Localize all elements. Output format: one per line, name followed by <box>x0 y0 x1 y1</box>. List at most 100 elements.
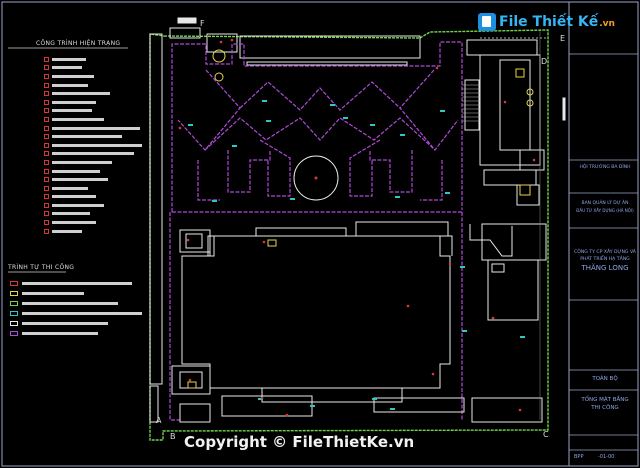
legend-text-line <box>52 143 142 147</box>
landscape-paving <box>169 41 463 421</box>
legend-swatch <box>44 125 49 131</box>
logo-page-glyph <box>482 16 491 27</box>
legend-swatch <box>44 91 49 97</box>
legend-tc-swatch <box>10 300 18 306</box>
legend-text-line <box>52 203 104 207</box>
legend-tc-text-line <box>22 321 108 325</box>
legend-swatch <box>44 194 49 200</box>
legend-swatch <box>44 168 49 174</box>
legend-tc-swatch <box>10 290 18 296</box>
legend-tc-swatch <box>10 320 18 326</box>
survey-markers <box>188 100 525 410</box>
corner-label-e: E <box>560 34 566 43</box>
legend-text-line <box>52 126 140 130</box>
owner-line-2: ĐẦU TƯ XÂY DỰNG (HÀ NỘI) <box>576 208 634 213</box>
legend-item <box>44 227 142 236</box>
legend-swatch <box>44 116 49 122</box>
legend-tc-item <box>10 298 142 308</box>
legend-item <box>44 201 142 210</box>
legend-item <box>44 107 142 116</box>
legend-item <box>44 218 142 227</box>
sheet-scope: TOÀN BỘ <box>592 376 618 382</box>
legend-item <box>44 64 142 73</box>
legend-swatch <box>44 108 49 114</box>
legend-text-line <box>52 160 112 164</box>
logo-badge-icon <box>478 13 496 31</box>
legend-item <box>44 141 142 150</box>
legend-tc-text-line <box>22 331 98 335</box>
north-buildings <box>169 17 421 66</box>
legend-tc-text-line <box>22 281 132 285</box>
legend-construction-list <box>10 278 142 338</box>
legend-swatch <box>44 159 49 165</box>
legend-tc-item <box>10 308 142 318</box>
west-buildings <box>149 33 211 385</box>
legend-text-line <box>52 229 82 233</box>
legend-item <box>44 132 142 141</box>
legend-tc-text-line <box>22 311 142 315</box>
legend-item <box>44 124 142 133</box>
legend-item <box>44 167 142 176</box>
legend-text-line <box>52 152 134 156</box>
legend-item <box>44 184 142 193</box>
legend-item <box>44 55 142 64</box>
corner-label-f: F <box>200 19 205 28</box>
company-line-1: CÔNG TY CP XÂY DỰNG VÀ <box>574 250 636 255</box>
sheet-title-line-2: THI CÔNG <box>591 405 619 411</box>
legend-text-line <box>52 178 108 182</box>
legend-construction-title: TRÌNH TỰ THI CÔNG <box>8 264 75 271</box>
legend-tc-item <box>10 318 142 328</box>
southeast-buildings <box>469 223 547 321</box>
legend-item <box>44 81 142 90</box>
legend-item <box>44 72 142 81</box>
company-name: THĂNG LONG <box>581 264 629 272</box>
legend-swatch <box>44 73 49 79</box>
logo-text: File Thiết Kế <box>499 14 599 30</box>
legend-swatch <box>44 82 49 88</box>
legend-swatch <box>44 134 49 140</box>
legend-text-line <box>52 221 96 225</box>
legend-text-line <box>52 186 88 190</box>
legend-tc-text-line <box>22 291 84 295</box>
south-buildings <box>149 365 543 423</box>
legend-text-line <box>52 109 92 113</box>
legend-swatch <box>44 228 49 234</box>
legend-swatch <box>44 142 49 148</box>
legend-item <box>44 150 142 159</box>
legend-existing-list <box>44 55 142 235</box>
legend-tc-item <box>10 328 142 338</box>
legend-swatch <box>44 99 49 105</box>
legend-text-line <box>52 74 94 78</box>
legend-swatch <box>44 151 49 157</box>
corner-label-d: D <box>541 57 548 66</box>
sheet-prefix: BPP <box>574 454 584 460</box>
legend-item <box>44 193 142 202</box>
legend-tc-text-line <box>22 301 118 305</box>
corner-label-b: B <box>170 432 176 441</box>
main-hall <box>181 221 453 389</box>
legend-item <box>44 89 142 98</box>
legend-swatch <box>44 56 49 62</box>
watermark-logo: File Thiết Kế .vn <box>478 13 615 31</box>
legend-existing-title: CÔNG TRÌNH HIỆN TRẠNG <box>36 40 121 47</box>
legend-text-line <box>52 117 104 121</box>
legend-tc-swatch <box>10 310 18 316</box>
legend-tc-swatch <box>10 280 18 286</box>
legend-text-line <box>52 135 122 139</box>
legend-item <box>44 175 142 184</box>
legend-text-line <box>52 169 100 173</box>
legend-swatch <box>44 220 49 226</box>
legend-swatch <box>44 177 49 183</box>
highlight-items <box>187 49 534 389</box>
legend-text-line <box>52 212 90 216</box>
company-line-2: PHÁT TRIỂN HẠ TẦNG <box>580 257 630 262</box>
corner-label-a: A <box>156 416 162 425</box>
legend-text-line <box>52 83 88 87</box>
legend-item <box>44 158 142 167</box>
owner-line-1: BAN QUẢN LÝ DỰ ÁN <box>581 201 629 206</box>
east-buildings <box>464 39 566 206</box>
legend-tc-item <box>10 278 142 288</box>
legend-tc-item <box>10 288 142 298</box>
legend-text-line <box>52 100 96 104</box>
project-name: HỘI TRƯỜNG BA ĐÌNH <box>579 165 631 170</box>
